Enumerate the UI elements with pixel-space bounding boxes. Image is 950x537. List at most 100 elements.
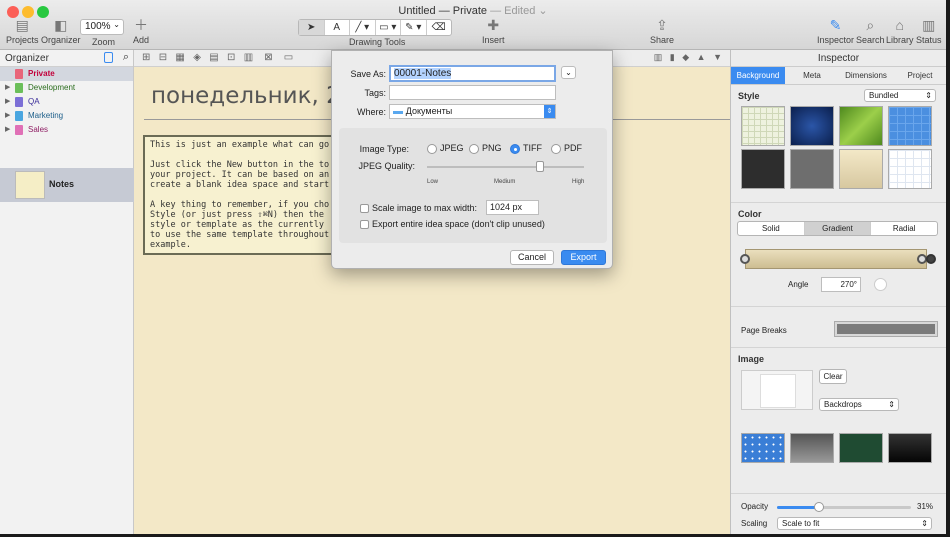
tags-label: Tags:: [364, 88, 386, 98]
style-swatch-white-grid[interactable]: [888, 149, 932, 189]
style-swatch-green[interactable]: [839, 106, 883, 146]
opacity-slider[interactable]: [777, 502, 911, 512]
page-breaks-color-well[interactable]: [834, 321, 938, 337]
add-button[interactable]: ＋ Add: [133, 17, 149, 45]
sidebar-item-label: QA: [28, 97, 40, 106]
disclosure-triangle-icon[interactable]: ▶: [5, 109, 10, 123]
backdrop-swatch-black[interactable]: [888, 433, 932, 463]
pen-tool-icon[interactable]: ✎ ▾: [401, 20, 427, 35]
clear-image-button[interactable]: Clear: [819, 369, 847, 384]
search-icon[interactable]: ⌕: [123, 51, 129, 64]
scaling-popup[interactable]: Scale to fit ⇕: [777, 517, 932, 530]
tab-dimensions[interactable]: Dimensions: [839, 67, 893, 84]
quality-medium-label: Medium: [494, 179, 516, 185]
disclosure-triangle-icon[interactable]: ▶: [5, 123, 10, 137]
slider-thumb[interactable]: [813, 502, 824, 512]
export-button[interactable]: Export: [561, 250, 606, 265]
notebook-icon: [15, 97, 23, 107]
share-button[interactable]: ⇪ Share: [650, 17, 674, 45]
style-swatch-blue[interactable]: [790, 106, 834, 146]
edited-indicator[interactable]: — Edited ⌄: [490, 5, 548, 17]
gradient-stop-left[interactable]: [740, 254, 750, 264]
organizer-label: Organizer: [41, 35, 81, 45]
tab-meta[interactable]: Meta: [785, 67, 839, 84]
save-as-field[interactable]: 00001-Notes: [389, 65, 556, 82]
projects-button[interactable]: ▤ Projects: [6, 17, 39, 45]
idea-space-notes[interactable]: Notes: [0, 168, 134, 202]
sidebar-item-private[interactable]: Private: [0, 67, 133, 81]
gradient-bar[interactable]: [745, 249, 927, 269]
eraser-tool-icon[interactable]: ⌫: [427, 20, 452, 35]
backdrops-popup[interactable]: Backdrops ⇕: [819, 398, 899, 411]
tab-project[interactable]: Project: [893, 67, 946, 84]
sidebar-item-development[interactable]: ▶ Development: [0, 81, 133, 95]
pointer-tool-icon[interactable]: ➤: [299, 20, 325, 35]
status-button[interactable]: ▥ Status: [916, 17, 942, 45]
inspector-icon: ✎: [829, 17, 842, 33]
expand-dialog-button[interactable]: ⌄: [561, 66, 576, 79]
angle-dial[interactable]: [874, 278, 887, 291]
insert-button[interactable]: ✚ Insert: [482, 17, 505, 45]
add-label: Add: [133, 35, 150, 45]
page-heading[interactable]: понедельник, 23: [151, 83, 355, 109]
color-mode-gradient[interactable]: Gradient: [804, 222, 872, 235]
style-swatch-blueprint[interactable]: [888, 106, 932, 146]
notebook-icon: [15, 83, 23, 93]
zoom-select[interactable]: 100% ⌄: [80, 19, 124, 35]
style-swatch-gray[interactable]: [790, 149, 834, 189]
backdrop-swatch-blue[interactable]: [741, 433, 785, 463]
note-text-box[interactable]: This is just an example what can go Just…: [143, 135, 343, 255]
image-well[interactable]: [741, 370, 813, 410]
export-entire-checkbox[interactable]: [360, 220, 369, 229]
color-mode-radial[interactable]: Radial: [871, 222, 937, 235]
radio-jpeg[interactable]: [427, 144, 437, 154]
style-swatch-dark[interactable]: [741, 149, 785, 189]
disclosure-triangle-icon[interactable]: ▶: [5, 81, 10, 95]
scale-image-checkbox[interactable]: [360, 204, 369, 213]
canvas-tools-icons[interactable]: ⊞ ⊟ ▦ ◈ ▤ ⊡ ▥ ⊠ ▭: [142, 52, 293, 63]
view-mode-icon[interactable]: [104, 52, 113, 63]
cancel-button[interactable]: Cancel: [510, 250, 554, 265]
toolbar: Untitled — Private — Edited ⌄ ▤ Projects…: [0, 0, 946, 50]
image-preview: [760, 374, 796, 408]
navigation-icons[interactable]: ▥ ▮ ◆ ▲ ▼: [654, 52, 722, 63]
search-button[interactable]: ⌕ Search: [856, 17, 885, 45]
line-tool-icon[interactable]: ╱ ▾: [350, 20, 376, 35]
radio-pdf[interactable]: [551, 144, 561, 154]
chevron-down-icon: ⌄: [113, 20, 120, 29]
color-mode-solid[interactable]: Solid: [738, 222, 805, 235]
radio-tiff[interactable]: [510, 144, 520, 154]
text-tool-icon[interactable]: A: [325, 20, 350, 35]
style-swatch-parchment[interactable]: [839, 149, 883, 189]
backdrop-swatch-green[interactable]: [839, 433, 883, 463]
share-icon: ⇪: [656, 17, 668, 33]
style-popup[interactable]: Bundled ⇕: [864, 89, 936, 102]
sidebar-item-qa[interactable]: ▶ QA: [0, 95, 133, 109]
tags-field[interactable]: [389, 85, 556, 100]
color-section-title: Color: [738, 209, 762, 219]
search-icon: ⌕: [866, 17, 875, 33]
shape-tool-icon[interactable]: ▭ ▾: [376, 20, 401, 35]
sidebar-item-sales[interactable]: ▶ Sales: [0, 123, 133, 137]
notebook-icon: [15, 69, 23, 79]
notes-thumbnail: [15, 171, 45, 199]
organizer-button[interactable]: ◧ Organizer: [41, 17, 81, 45]
max-width-field[interactable]: 1024 px: [486, 200, 539, 215]
angle-field[interactable]: 270°: [821, 277, 861, 292]
sidebar-item-marketing[interactable]: ▶ Marketing: [0, 109, 133, 123]
add-page-icon: ＋: [134, 17, 148, 33]
library-button[interactable]: ⌂ Library: [886, 17, 914, 45]
sidebar-icon: ◧: [54, 17, 68, 33]
disclosure-triangle-icon[interactable]: ▶: [5, 95, 10, 109]
style-popup-value: Bundled: [869, 91, 899, 100]
radio-png[interactable]: [469, 144, 479, 154]
notes-label: Notes: [49, 179, 75, 189]
tab-background[interactable]: Background: [731, 67, 785, 84]
slider-thumb[interactable]: [536, 161, 545, 172]
inspector-button[interactable]: ✎ Inspector: [817, 17, 854, 45]
backdrop-swatch-gray[interactable]: [790, 433, 834, 463]
where-select[interactable]: ▬ Документы ⇕: [389, 104, 556, 119]
style-swatch-grid[interactable]: [741, 106, 785, 146]
gradient-stop-end[interactable]: [926, 254, 936, 264]
jpeg-quality-slider[interactable]: [427, 161, 584, 172]
